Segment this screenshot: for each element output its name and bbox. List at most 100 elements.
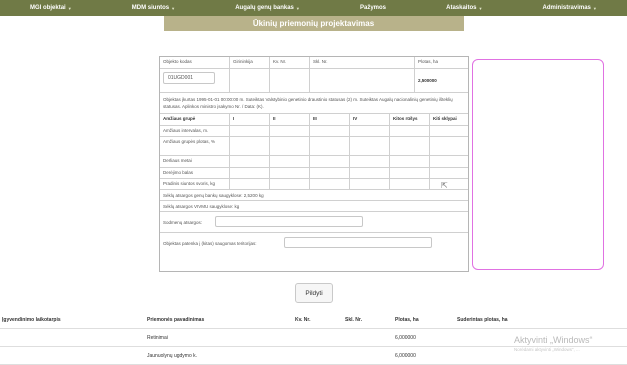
col-agreed-area: Suderintas plotas, ha	[457, 316, 508, 323]
seed-stock-vivmu: Sėklų atsargos VIVMU saugyklose: kg	[160, 201, 468, 212]
watermark-subtitle: Norėdami aktyvinti „Windows“, ...	[514, 347, 580, 352]
age-cell	[390, 168, 430, 178]
windows-activation-watermark: Aktyvinti „Windows“ Norėdami aktyvinti „…	[514, 335, 593, 355]
age-cell	[350, 179, 390, 189]
chevron-down-icon: ▼	[171, 5, 176, 11]
chevron-down-icon: ▼	[592, 5, 597, 11]
object-form: Objekto kodas Girininkija Kv. Nr. Skl. N…	[159, 56, 469, 272]
plot-cell	[310, 69, 415, 92]
label-quarter-no: Kv. Nr.	[270, 57, 310, 68]
cell-area: 6,000000	[395, 352, 416, 359]
quarter-cell	[270, 69, 310, 92]
age-header-other-plots: Kiti sklypai	[433, 116, 457, 121]
nav-pazymos[interactable]: Pažymos	[360, 5, 386, 11]
age-cell	[350, 126, 390, 136]
age-cell	[230, 168, 270, 178]
protected-area-input[interactable]	[284, 237, 432, 248]
planting-stock-row: Sodmenų atsargos:	[160, 212, 468, 233]
cell-period	[0, 347, 145, 364]
col-measure-name: Priemonės pavadinimas	[147, 316, 205, 323]
area-value: 2,500000	[418, 78, 437, 83]
age-row-label: Derliaus metai	[160, 156, 230, 167]
age-row-label: Derėjimo balas	[160, 168, 230, 178]
age-row-label: Amžiaus intervalas, m.	[160, 126, 230, 136]
page-title: Ūkinių priemonių projektavimas	[163, 16, 464, 31]
age-cell	[230, 137, 270, 155]
age-header-group: Amžiaus grupė	[160, 114, 230, 125]
fill-button[interactable]: Pildyti	[295, 283, 333, 303]
age-header-iv: IV	[350, 114, 390, 125]
age-cell	[270, 156, 310, 167]
nav-administravimas[interactable]: Administravimas ▼	[543, 5, 597, 11]
chevron-down-icon: ▼	[478, 5, 483, 11]
age-cell	[310, 156, 350, 167]
nav-label: Ataskaitos	[446, 5, 477, 11]
nav-label: MDM siuntos	[131, 5, 170, 11]
age-header-ii: II	[270, 114, 310, 125]
nav-label: Administravimas	[542, 5, 591, 11]
age-table-header: Amžiaus grupė I II III IV Kitos rūšys Ki…	[160, 114, 468, 126]
watermark-title: Aktyvinti „Windows“	[514, 335, 593, 345]
form-header-row: Objekto kodas Girininkija Kv. Nr. Skl. N…	[160, 57, 468, 69]
age-table-row: Derliaus metai	[160, 156, 468, 168]
age-row-label: Amžiaus grupės plotas, %	[160, 137, 230, 155]
nav-ataskaitos[interactable]: Ataskaitos ▼	[446, 5, 482, 11]
cell-plot	[343, 347, 393, 364]
col-implementation-period: Įgyvendinimo laikotarpis	[2, 316, 61, 323]
age-cell	[350, 137, 390, 155]
age-cell	[270, 126, 310, 136]
planting-stock-input[interactable]	[215, 216, 363, 227]
age-cell	[310, 137, 350, 155]
seed-stock-gene-bank: Sėklų atsargos genų bankų saugyklose: 2,…	[160, 190, 468, 201]
age-cell	[270, 179, 310, 189]
nav-mdm-siuntos[interactable]: MDM siuntos ▼	[132, 5, 175, 11]
age-header-i: I	[230, 114, 270, 125]
col-quarter-no: Kv. Nr.	[295, 316, 311, 323]
nav-label: Pažymos	[359, 5, 386, 11]
cell-plot	[343, 329, 393, 346]
cell-quarter	[293, 347, 343, 364]
nav-augalu-genu-bankas[interactable]: Augalų genų bankas ▼	[235, 5, 300, 11]
object-code-field[interactable]: 01UGD001	[163, 72, 215, 84]
age-cell	[270, 137, 310, 155]
object-info-text: Objektas įkurtas 1995-01-01 00:00:00 m. …	[160, 93, 468, 114]
age-cell	[270, 168, 310, 178]
age-cell	[390, 126, 430, 136]
nav-mgi-objektai[interactable]: MGI objektai ▼	[30, 5, 72, 11]
age-table-row: Derėjimo balas	[160, 168, 468, 179]
age-cell	[230, 179, 270, 189]
label-area: Plotas, ha	[418, 59, 439, 64]
cell-measure: Jaunuolynų ugdymo k.	[147, 352, 198, 359]
side-panel	[472, 59, 604, 270]
age-table-row: Amžiaus grupės plotas, %	[160, 137, 468, 156]
top-navigation: MGI objektai ▼ MDM siuntos ▼ Augalų genų b…	[0, 0, 627, 16]
label-object-code: Objekto kodas	[160, 57, 230, 68]
age-cell	[350, 168, 390, 178]
nav-label: MGI objektai	[30, 5, 66, 11]
cell-area: 6,000000	[395, 334, 416, 341]
nav-label: Augalų genų bankas	[235, 5, 294, 11]
mouse-cursor-icon: ⇱	[441, 181, 448, 190]
age-cell	[310, 168, 350, 178]
protected-area-label: Objektas patenka į (kitas) saugomas teri…	[163, 241, 257, 246]
planting-stock-label: Sodmenų atsargos:	[163, 220, 203, 225]
table-header-row: Įgyvendinimo laikotarpis Priemonės pavad…	[0, 311, 627, 329]
age-cell	[390, 137, 430, 155]
col-plot-no: Skl. Nr.	[345, 316, 362, 323]
cell-period	[0, 329, 145, 346]
object-code-cell: 01UGD001	[160, 69, 230, 92]
age-header-other-species: Kitos rūšys	[390, 114, 430, 125]
age-cell	[390, 179, 430, 189]
form-values-row: 01UGD001 2,500000	[160, 69, 468, 93]
protected-area-row: Objektas patenka į (kitas) saugomas teri…	[160, 233, 468, 254]
age-cell	[310, 179, 350, 189]
age-header-iii: III	[310, 114, 350, 125]
age-cell	[390, 156, 430, 167]
chevron-down-icon: ▼	[295, 5, 300, 11]
age-table-row: Amžiaus intervalas, m.	[160, 126, 468, 137]
age-cell	[350, 156, 390, 167]
age-table-row: Pradinis siuntos svoris, kg	[160, 179, 468, 190]
age-cell	[230, 156, 270, 167]
cell-measure: Retinimai	[147, 334, 168, 341]
age-cell	[230, 126, 270, 136]
